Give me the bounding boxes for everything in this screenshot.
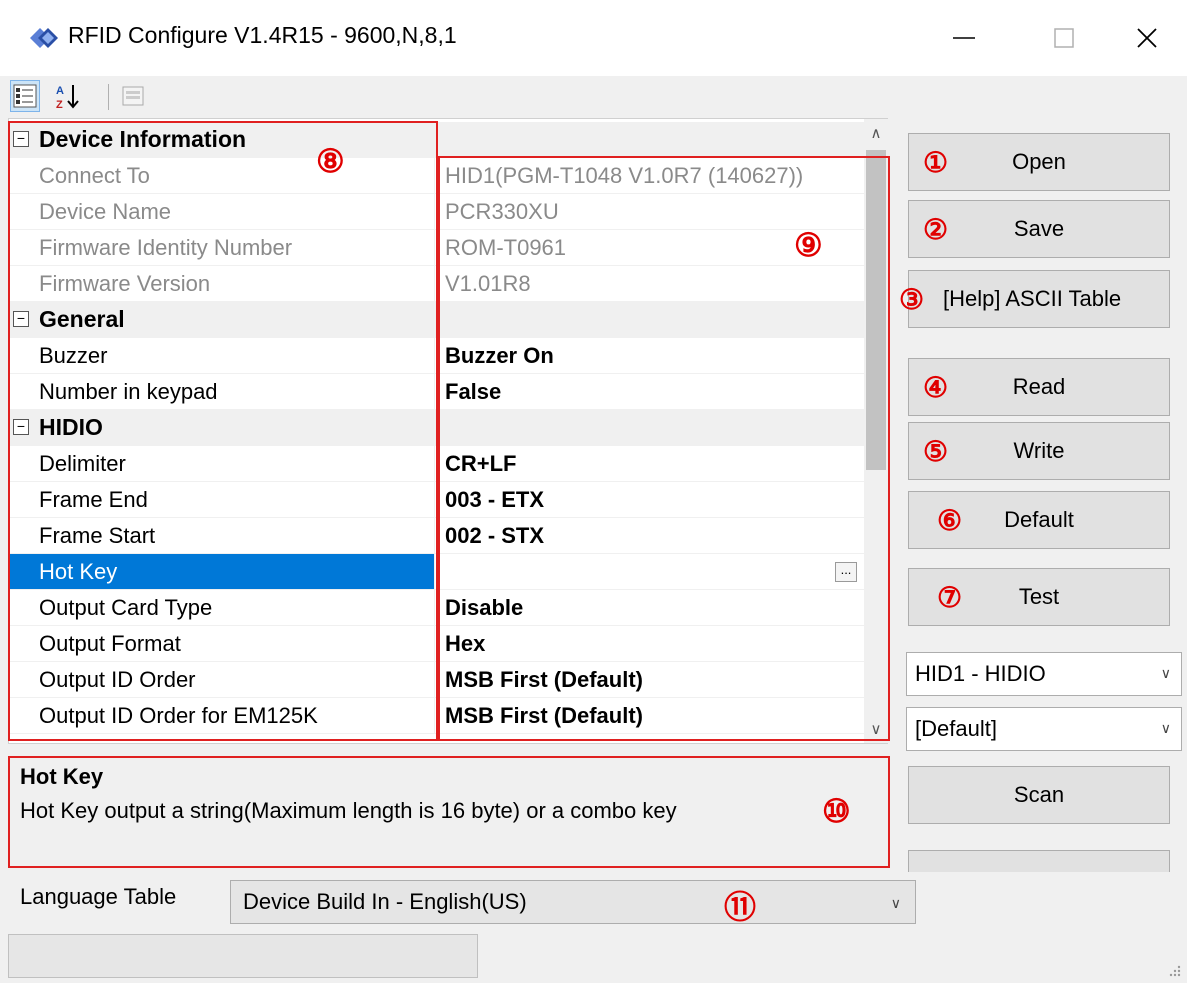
ascii-table-button-label: [Help] ASCII Table — [943, 286, 1122, 311]
annotation-9: ⑨ — [794, 226, 823, 264]
toolbar-separator — [108, 84, 109, 110]
partially-hidden-button[interactable] — [908, 850, 1170, 872]
annotation-box-10 — [8, 756, 890, 868]
maximize-button[interactable] — [1024, 0, 1104, 76]
write-button[interactable]: ⑤ Write — [908, 422, 1170, 480]
close-button[interactable] — [1107, 0, 1187, 76]
language-select-value: Device Build In - English(US) — [243, 889, 527, 914]
interface-select-value: HID1 - HIDIO — [915, 661, 1046, 686]
annotation-5: ⑤ — [923, 435, 949, 468]
write-button-label: Write — [1013, 438, 1065, 463]
property-pages-button[interactable] — [118, 80, 148, 112]
toolbar — [0, 76, 1187, 118]
minimize-icon — [953, 37, 975, 39]
chevron-down-icon: ∨ — [1160, 720, 1171, 736]
profile-select[interactable]: [Default] ∨ — [906, 707, 1182, 751]
close-icon — [1137, 28, 1157, 48]
maximize-icon — [1054, 28, 1074, 48]
default-button-label: Default — [1004, 507, 1074, 532]
profile-select-value: [Default] — [915, 716, 997, 741]
scan-button[interactable]: Scan — [908, 766, 1170, 824]
annotation-4: ④ — [923, 371, 949, 404]
alphabetical-view-button[interactable]: A Z — [54, 80, 84, 112]
minimize-button[interactable] — [924, 0, 1004, 76]
save-button-label: Save — [1013, 216, 1065, 241]
annotation-8: ⑧ — [316, 142, 345, 180]
scroll-up-icon[interactable]: ∧ — [864, 121, 888, 145]
read-button-label: Read — [1012, 374, 1066, 399]
annotation-2: ② — [923, 213, 949, 246]
resize-grip-icon[interactable] — [1166, 962, 1182, 978]
interface-select[interactable]: HID1 - HIDIO ∨ — [906, 652, 1182, 696]
scan-button-label: Scan — [1013, 782, 1065, 807]
svg-text:A: A — [56, 85, 64, 97]
window-title: RFID Configure V1.4R15 - 9600,N,8,1 — [68, 22, 457, 48]
chevron-down-icon: ∨ — [1160, 665, 1171, 681]
default-button[interactable]: ⑥ Default — [908, 491, 1170, 549]
chevron-down-icon: ∨ — [890, 895, 901, 911]
app-diamond-icon — [28, 24, 60, 52]
save-button[interactable]: ② Save — [908, 200, 1170, 258]
language-table-label: Language Table — [20, 884, 177, 909]
annotation-10: ⑩ — [822, 792, 851, 830]
open-button-label: Open — [1012, 149, 1066, 174]
annotation-1: ① — [923, 146, 949, 179]
annotation-6: ⑥ — [937, 504, 963, 537]
test-button[interactable]: ⑦ Test — [908, 568, 1170, 626]
annotation-11: ⑪ — [724, 888, 757, 926]
categorized-view-button[interactable] — [10, 80, 40, 112]
svg-text:Z: Z — [56, 99, 63, 110]
annotation-3: ③ — [899, 283, 925, 316]
property-pages-icon — [122, 86, 144, 106]
read-button[interactable]: ④ Read — [908, 358, 1170, 416]
open-button[interactable]: ① Open — [908, 133, 1170, 191]
ascii-table-button[interactable]: ③ [Help] ASCII Table — [899, 270, 1170, 328]
categorized-icon — [13, 84, 37, 108]
annotation-7: ⑦ — [937, 581, 963, 614]
language-select[interactable]: Device Build In - English(US) ∨ — [230, 880, 916, 924]
annotation-box-8 — [8, 121, 438, 741]
test-button-label: Test — [1018, 584, 1060, 609]
alphabetical-sort-icon: A Z — [56, 85, 79, 110]
status-bar-pane — [8, 934, 478, 978]
